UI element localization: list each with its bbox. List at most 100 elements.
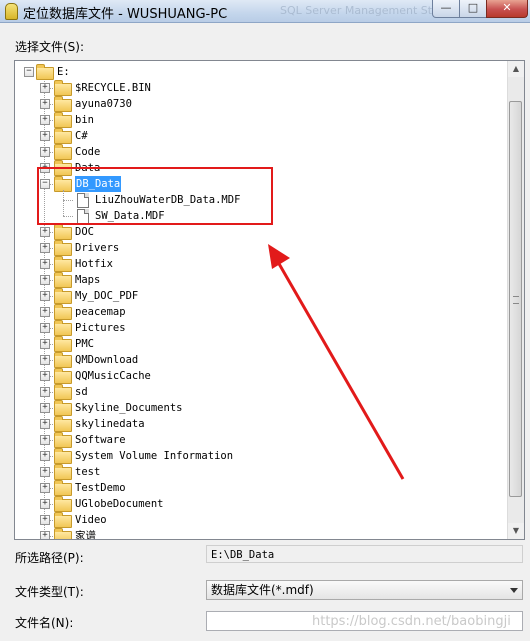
tree-folder-item[interactable]: + Pictures [15,320,505,336]
tree-item-label: ayuna0730 [75,98,132,110]
expander-icon[interactable]: + [40,403,50,413]
tree-connector [50,392,53,393]
tree-item-label: skylinedata [75,418,145,430]
tree-folder-item[interactable]: + test [15,464,505,480]
expander-icon[interactable]: + [40,531,50,539]
tree-folder-item[interactable]: + QMDownload [15,352,505,368]
selected-path-label: 所选路径(P): [15,551,84,565]
expander-icon[interactable]: + [40,355,50,365]
expander-icon[interactable]: + [40,435,50,445]
tree-item-label: PMC [75,338,94,350]
close-button[interactable]: ✕ [486,0,528,18]
expander-icon[interactable]: + [40,291,50,301]
tree-folder-item[interactable]: + sd [15,384,505,400]
tree-connector [50,120,53,121]
window-title: 定位数据库文件 - WUSHUANG-PC [23,7,228,22]
expander-icon[interactable]: + [40,307,50,317]
scroll-up-button[interactable]: ▲ [508,61,524,77]
folder-icon [54,352,72,368]
folder-icon [54,320,72,336]
expander-icon[interactable]: + [40,419,50,429]
tree-folder-item[interactable]: + Skyline_Documents [15,400,505,416]
tree-folder-item[interactable]: + Maps [15,272,505,288]
expander-icon[interactable]: + [40,387,50,397]
expander-icon[interactable]: + [40,131,50,141]
chevron-down-icon[interactable] [510,588,518,593]
tree-item-label: System Volume Information [75,450,234,462]
expander-icon[interactable]: + [40,467,50,477]
expander-icon[interactable]: + [40,371,50,381]
folder-icon [54,128,72,144]
file-type-select[interactable]: 数据库文件(*.mdf) [206,580,523,600]
tree-folder-item[interactable]: + $RECYCLE.BIN [15,80,505,96]
tree-item-label: DOC [75,226,94,238]
watermark: https://blog.csdn.net/baobingji [312,614,511,629]
tree-folder-item[interactable]: + bin [15,112,505,128]
tree-folder-item[interactable]: + My_DOC_PDF [15,288,505,304]
tree-folder-item[interactable]: + C# [15,128,505,144]
tree-folder-item[interactable]: + peacemap [15,304,505,320]
tree-folder-item[interactable]: + 家谱 [15,528,505,539]
tree-item-label: Hotfix [75,258,113,270]
expander-icon[interactable]: + [40,339,50,349]
folder-icon [54,336,72,352]
tree-item-label: QMDownload [75,354,139,366]
expander-icon[interactable]: + [40,83,50,93]
tree-folder-item[interactable]: + ayuna0730 [15,96,505,112]
select-file-label: 选择文件(S): [15,40,85,54]
tree-item-label: C# [75,130,88,142]
folder-tree[interactable]: ▲ ▼ − E: + $RECYCLE.BIN + ayuna0730 + bin + C# + Co… [14,60,525,540]
tree-folder-item[interactable]: + Video [15,512,505,528]
expander-icon[interactable]: − [24,67,34,77]
folder-icon [54,448,72,464]
folder-icon [54,416,72,432]
expander-icon[interactable]: + [40,147,50,157]
tree-folder-item[interactable]: + System Volume Information [15,448,505,464]
tree-folder-item[interactable]: + TestDemo [15,480,505,496]
tree-connector [50,456,53,457]
tree-folder-item[interactable]: + DOC [15,224,505,240]
maximize-button[interactable]: □ [459,0,487,18]
expander-icon[interactable]: + [40,499,50,509]
vertical-scrollbar[interactable]: ▲ ▼ [507,61,524,539]
tree-folder-item[interactable]: + Hotfix [15,256,505,272]
highlight-box [37,167,273,225]
tree-root-item[interactable]: − E: [15,64,505,80]
scroll-down-button[interactable]: ▼ [508,523,524,539]
expander-icon[interactable]: + [40,451,50,461]
folder-icon [54,112,72,128]
tree-folder-item[interactable]: + UGlobeDocument [15,496,505,512]
tree-connector [50,344,53,345]
tree-item-label: peacemap [75,306,126,318]
tree-folder-item[interactable]: + Code [15,144,505,160]
tree-connector [50,328,53,329]
tree-connector [50,136,53,137]
tree-folder-item[interactable]: + Software [15,432,505,448]
expander-icon[interactable]: + [40,99,50,109]
tree-connector [50,88,53,89]
expander-icon[interactable]: + [40,323,50,333]
tree-folder-item[interactable]: + QQMusicCache [15,368,505,384]
tree-connector [50,520,53,521]
folder-icon [54,512,72,528]
tree-folder-item[interactable]: + Drivers [15,240,505,256]
selected-path-field: E:\DB_Data [206,545,523,563]
folder-icon [54,144,72,160]
expander-icon[interactable]: + [40,243,50,253]
folder-icon [54,480,72,496]
expander-icon[interactable]: + [40,483,50,493]
tree-folder-item[interactable]: + skylinedata [15,416,505,432]
expander-icon[interactable]: + [40,275,50,285]
tree-folder-item[interactable]: + PMC [15,336,505,352]
minimize-button[interactable]: — [432,0,460,18]
title-bar[interactable]: 定位数据库文件 - WUSHUANG-PC SQL Server Managem… [0,0,530,23]
expander-icon[interactable]: + [40,515,50,525]
expander-icon[interactable]: + [40,259,50,269]
expander-icon[interactable]: + [40,227,50,237]
tree-connector [50,472,53,473]
expander-icon[interactable]: + [40,115,50,125]
tree-connector [50,376,53,377]
tree-connector [50,488,53,489]
tree-connector [50,296,53,297]
scroll-thumb[interactable] [509,101,522,497]
